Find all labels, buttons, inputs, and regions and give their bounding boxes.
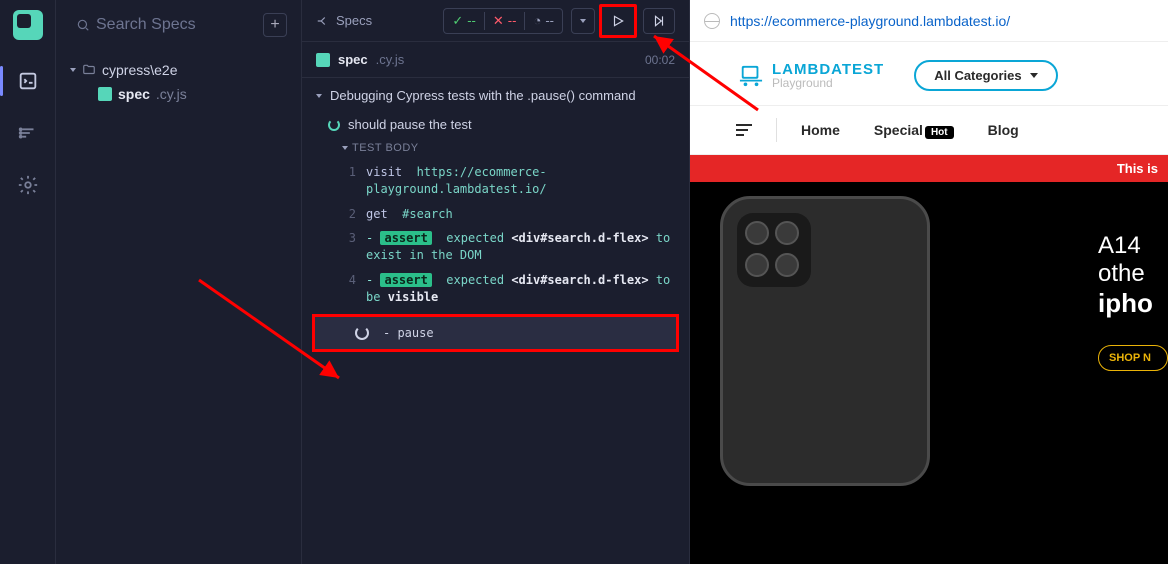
chevron-down-icon	[1030, 73, 1038, 78]
test-stats: ✓ -- ✕ -- ◔ --	[443, 8, 563, 34]
play-icon	[611, 14, 625, 28]
spec-header: spec .cy.js 00:02	[302, 42, 689, 78]
pending-count: ◔ --	[525, 13, 562, 28]
nav-special[interactable]: SpecialHot	[874, 122, 954, 138]
brand-sub: Playground	[772, 77, 884, 89]
running-spinner-icon	[328, 119, 340, 131]
specs-nav-icon[interactable]	[17, 70, 39, 92]
nav-blog[interactable]: Blog	[988, 122, 1019, 138]
options-dropdown[interactable]	[572, 19, 594, 23]
pause-label: - pause	[383, 326, 434, 340]
hero-line3: ipho	[1098, 288, 1168, 319]
step-icon	[652, 14, 666, 28]
running-spec-name: spec	[338, 52, 368, 67]
settings-nav-icon[interactable]	[17, 174, 39, 196]
pause-row[interactable]: - pause	[312, 314, 679, 352]
preview-url: https://ecommerce-playground.lambdatest.…	[730, 13, 1154, 29]
search-input[interactable]: Search Specs	[70, 12, 255, 38]
step-next-button[interactable]	[644, 14, 674, 28]
spec-file-icon	[98, 87, 112, 101]
hero-line2: othe	[1098, 260, 1168, 288]
fail-count: ✕ --	[485, 13, 525, 29]
pause-spinner-icon	[355, 326, 369, 340]
runner-panel: Specs ✓ -- ✕ -- ◔ --	[302, 0, 690, 564]
command-row[interactable]: 4 - assert expected <div#search.d-flex> …	[302, 268, 689, 310]
command-row[interactable]: 1 visit https://ecommerce-playground.lam…	[302, 160, 689, 202]
menu-icon[interactable]	[736, 124, 752, 136]
folder-name: cypress\e2e	[102, 62, 177, 78]
site-header: LAMBDATEST Playground All Categories	[690, 42, 1168, 106]
suite-title: Debugging Cypress tests with the .pause(…	[330, 88, 636, 103]
runner-header: Specs ✓ -- ✕ -- ◔ --	[302, 0, 689, 42]
promo-strip: This is	[690, 155, 1168, 182]
command-row[interactable]: 2 get #search	[302, 202, 689, 227]
nav-home[interactable]: Home	[801, 122, 840, 138]
spec-file-ext: .cy.js	[156, 86, 187, 102]
site-nav: Home SpecialHot Blog	[690, 106, 1168, 155]
new-spec-button[interactable]: +	[263, 13, 287, 37]
chevron-down-icon	[70, 68, 76, 72]
running-spec-ext: .cy.js	[376, 52, 405, 67]
runs-nav-icon[interactable]	[17, 122, 39, 144]
test-row[interactable]: should pause the test	[302, 113, 689, 136]
categories-label: All Categories	[934, 68, 1021, 83]
back-icon	[316, 14, 330, 28]
cypress-logo	[13, 10, 43, 40]
shop-now-button[interactable]: SHOP N	[1098, 345, 1168, 371]
nav-rail	[0, 0, 56, 564]
test-body-label: TEST BODY	[302, 136, 689, 160]
spec-file-row[interactable]: spec .cy.js	[70, 82, 287, 106]
specs-sidebar: Search Specs + cypress\e2e spec .cy.js	[56, 0, 302, 564]
test-title: should pause the test	[348, 117, 472, 132]
folder-row[interactable]: cypress\e2e	[70, 58, 287, 82]
folder-icon	[82, 63, 96, 77]
phone-image	[720, 196, 930, 486]
globe-icon	[704, 13, 720, 29]
resume-button[interactable]	[604, 7, 632, 35]
pass-count: ✓ --	[444, 13, 484, 29]
hot-badge: Hot	[925, 126, 954, 139]
search-icon	[76, 18, 90, 32]
chevron-down-icon	[316, 94, 322, 98]
divider	[776, 118, 777, 142]
spec-file-icon	[316, 53, 330, 67]
search-placeholder: Search Specs	[96, 16, 196, 34]
address-bar: https://ecommerce-playground.lambdatest.…	[690, 0, 1168, 42]
command-row[interactable]: 3 - assert expected <div#search.d-flex> …	[302, 226, 689, 268]
hero-banner: A14 othe ipho SHOP N	[690, 182, 1168, 564]
suite-row[interactable]: Debugging Cypress tests with the .pause(…	[302, 78, 689, 113]
cart-icon	[736, 64, 766, 88]
specs-back[interactable]: Specs	[316, 13, 372, 28]
app-preview: https://ecommerce-playground.lambdatest.…	[690, 0, 1168, 564]
spec-file-name: spec	[118, 86, 150, 102]
specs-back-label: Specs	[336, 13, 372, 28]
brand-logo[interactable]: LAMBDATEST Playground	[736, 62, 884, 89]
spec-timer: 00:02	[645, 53, 675, 67]
categories-dropdown[interactable]: All Categories	[914, 60, 1057, 91]
hero-line1: A14	[1098, 232, 1168, 260]
brand-name: LAMBDATEST	[772, 62, 884, 77]
